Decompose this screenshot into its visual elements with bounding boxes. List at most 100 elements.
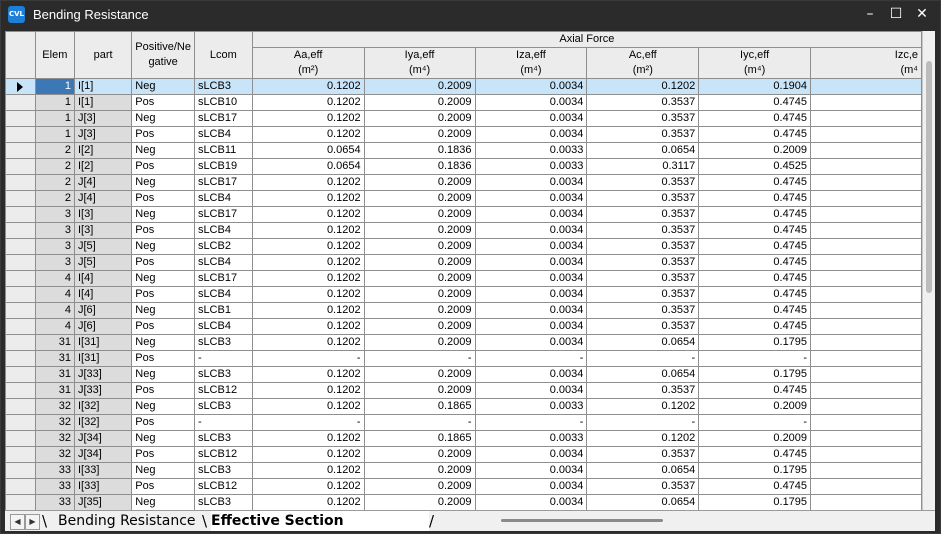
cell-izc-eff[interactable] xyxy=(810,462,922,479)
cell-iyc-eff[interactable]: 0.2009 xyxy=(698,430,812,447)
cell-aa-eff[interactable]: 0.1202 xyxy=(251,190,365,207)
cell-iyc-eff[interactable]: 0.1904 xyxy=(698,78,812,95)
row-header-selector[interactable] xyxy=(5,430,36,447)
cell-ac-eff[interactable]: - xyxy=(586,350,700,367)
cell-izc-eff[interactable] xyxy=(810,142,922,159)
cell-aa-eff[interactable]: 0.0654 xyxy=(251,142,365,159)
cell-iza-eff[interactable]: 0.0034 xyxy=(474,206,588,223)
cell-iyc-eff[interactable]: 0.4745 xyxy=(698,270,812,287)
cell-positive-negative[interactable]: Neg xyxy=(131,142,195,159)
cell-lcom[interactable]: sLCB4 xyxy=(193,190,253,207)
cell-aa-eff[interactable]: 0.1202 xyxy=(251,494,365,510)
cell-ac-eff[interactable]: 0.3537 xyxy=(586,286,700,303)
cell-iya-eff[interactable]: 0.2009 xyxy=(363,174,476,191)
table-row[interactable]: 3 J[5] Pos sLCB4 0.1202 0.2009 0.0034 0.3537 0.4… xyxy=(5,254,922,271)
cell-lcom[interactable]: sLCB3 xyxy=(193,78,253,95)
cell-lcom[interactable]: sLCB4 xyxy=(193,222,253,239)
cell-iya-eff[interactable]: - xyxy=(363,350,476,367)
cell-part[interactable]: J[6] xyxy=(73,302,133,319)
col-header-izc-eff[interactable]: Izc,e (m⁴ xyxy=(810,47,922,79)
cell-aa-eff[interactable]: 0.1202 xyxy=(251,398,365,415)
cell-ac-eff[interactable]: 0.3537 xyxy=(586,238,700,255)
cell-ac-eff[interactable]: 0.0654 xyxy=(586,142,700,159)
cell-ac-eff[interactable]: 0.3117 xyxy=(586,158,700,175)
minimize-button[interactable]: – xyxy=(860,5,880,23)
table-row[interactable]: 33 I[33] Neg sLCB3 0.1202 0.2009 0.0034 0.0654 0… xyxy=(5,462,922,479)
cell-iza-eff[interactable]: 0.0034 xyxy=(474,254,588,271)
cell-iza-eff[interactable]: 0.0033 xyxy=(474,142,588,159)
row-header-selector[interactable] xyxy=(5,478,36,495)
cell-iyc-eff[interactable]: 0.4745 xyxy=(698,302,812,319)
cell-iyc-eff[interactable]: 0.4745 xyxy=(698,94,812,111)
cell-part[interactable]: J[3] xyxy=(73,110,133,127)
cell-part[interactable]: I[2] xyxy=(73,158,133,175)
maximize-button[interactable]: ☐ xyxy=(886,5,906,23)
cell-iyc-eff[interactable]: 0.4525 xyxy=(698,158,812,175)
row-header-selector[interactable] xyxy=(5,238,36,255)
cell-positive-negative[interactable]: Neg xyxy=(131,270,195,287)
row-header-selector[interactable] xyxy=(5,414,36,431)
cell-ac-eff[interactable]: 0.3537 xyxy=(586,302,700,319)
cell-izc-eff[interactable] xyxy=(810,126,922,143)
cell-ac-eff[interactable]: 0.3537 xyxy=(586,382,700,399)
cell-ac-eff[interactable]: 0.3537 xyxy=(586,254,700,271)
cell-iya-eff[interactable]: 0.2009 xyxy=(363,206,476,223)
cell-lcom[interactable]: - xyxy=(193,350,253,367)
table-row[interactable]: 2 J[4] Neg sLCB17 0.1202 0.2009 0.0034 0.3537 0.… xyxy=(5,174,922,191)
row-header-selector[interactable] xyxy=(5,318,36,335)
table-row[interactable]: 2 I[2] Pos sLCB19 0.0654 0.1836 0.0033 0.3117 0.… xyxy=(5,158,922,175)
cell-positive-negative[interactable]: Pos xyxy=(131,382,195,399)
cell-part[interactable]: I[31] xyxy=(73,350,133,367)
cell-iya-eff[interactable]: 0.2009 xyxy=(363,446,476,463)
cell-lcom[interactable]: sLCB4 xyxy=(193,254,253,271)
cell-elem[interactable]: 31 xyxy=(34,350,75,367)
cell-iza-eff[interactable]: 0.0033 xyxy=(474,398,588,415)
cell-elem[interactable]: 3 xyxy=(34,238,75,255)
cell-part[interactable]: I[33] xyxy=(73,478,133,495)
cell-izc-eff[interactable] xyxy=(810,318,922,335)
cell-part[interactable]: J[3] xyxy=(73,126,133,143)
cell-ac-eff[interactable]: 0.3537 xyxy=(586,270,700,287)
cell-elem[interactable]: 31 xyxy=(34,382,75,399)
cell-lcom[interactable]: sLCB3 xyxy=(193,366,253,383)
cell-aa-eff[interactable]: 0.1202 xyxy=(251,366,365,383)
table-row[interactable]: 1 J[3] Pos sLCB4 0.1202 0.2009 0.0034 0.3537 0.4… xyxy=(5,126,922,143)
cell-iyc-eff[interactable]: 0.1795 xyxy=(698,334,812,351)
cell-iya-eff[interactable]: 0.2009 xyxy=(363,382,476,399)
cell-part[interactable]: J[33] xyxy=(73,366,133,383)
cell-ac-eff[interactable]: 0.3537 xyxy=(586,206,700,223)
cell-part[interactable]: I[3] xyxy=(73,222,133,239)
cell-iya-eff[interactable]: 0.2009 xyxy=(363,366,476,383)
cell-iya-eff[interactable]: 0.1836 xyxy=(363,158,476,175)
cell-aa-eff[interactable]: 0.0654 xyxy=(251,158,365,175)
cell-elem[interactable]: 33 xyxy=(34,462,75,479)
cell-ac-eff[interactable]: - xyxy=(586,414,700,431)
cell-part[interactable]: J[34] xyxy=(73,446,133,463)
row-header-selector[interactable] xyxy=(5,494,36,510)
row-header-selector[interactable] xyxy=(5,462,36,479)
cell-iza-eff[interactable]: 0.0034 xyxy=(474,446,588,463)
cell-iza-eff[interactable]: 0.0034 xyxy=(474,334,588,351)
cell-lcom[interactable]: sLCB3 xyxy=(193,398,253,415)
cell-lcom[interactable]: sLCB19 xyxy=(193,158,253,175)
cell-part[interactable]: I[3] xyxy=(73,206,133,223)
cell-izc-eff[interactable] xyxy=(810,254,922,271)
cell-lcom[interactable]: sLCB17 xyxy=(193,206,253,223)
table-row[interactable]: 4 I[4] Neg sLCB17 0.1202 0.2009 0.0034 0.3537 0.… xyxy=(5,270,922,287)
table-row[interactable]: 32 J[34] Neg sLCB3 0.1202 0.1865 0.0033 0.1202 0… xyxy=(5,430,922,447)
cell-iza-eff[interactable]: 0.0034 xyxy=(474,478,588,495)
cell-elem[interactable]: 4 xyxy=(34,302,75,319)
cell-positive-negative[interactable]: Pos xyxy=(131,478,195,495)
cell-iyc-eff[interactable]: 0.4745 xyxy=(698,318,812,335)
cell-izc-eff[interactable] xyxy=(810,334,922,351)
cell-lcom[interactable]: sLCB10 xyxy=(193,94,253,111)
cell-izc-eff[interactable] xyxy=(810,478,922,495)
cell-part[interactable]: I[4] xyxy=(73,286,133,303)
cell-iza-eff[interactable]: 0.0034 xyxy=(474,190,588,207)
cell-izc-eff[interactable] xyxy=(810,94,922,111)
cell-positive-negative[interactable]: Neg xyxy=(131,462,195,479)
col-header-iyc-eff[interactable]: Iyc,eff (m⁴) xyxy=(698,47,812,79)
cell-aa-eff[interactable]: 0.1202 xyxy=(251,478,365,495)
cell-ac-eff[interactable]: 0.3537 xyxy=(586,446,700,463)
cell-izc-eff[interactable] xyxy=(810,78,922,95)
